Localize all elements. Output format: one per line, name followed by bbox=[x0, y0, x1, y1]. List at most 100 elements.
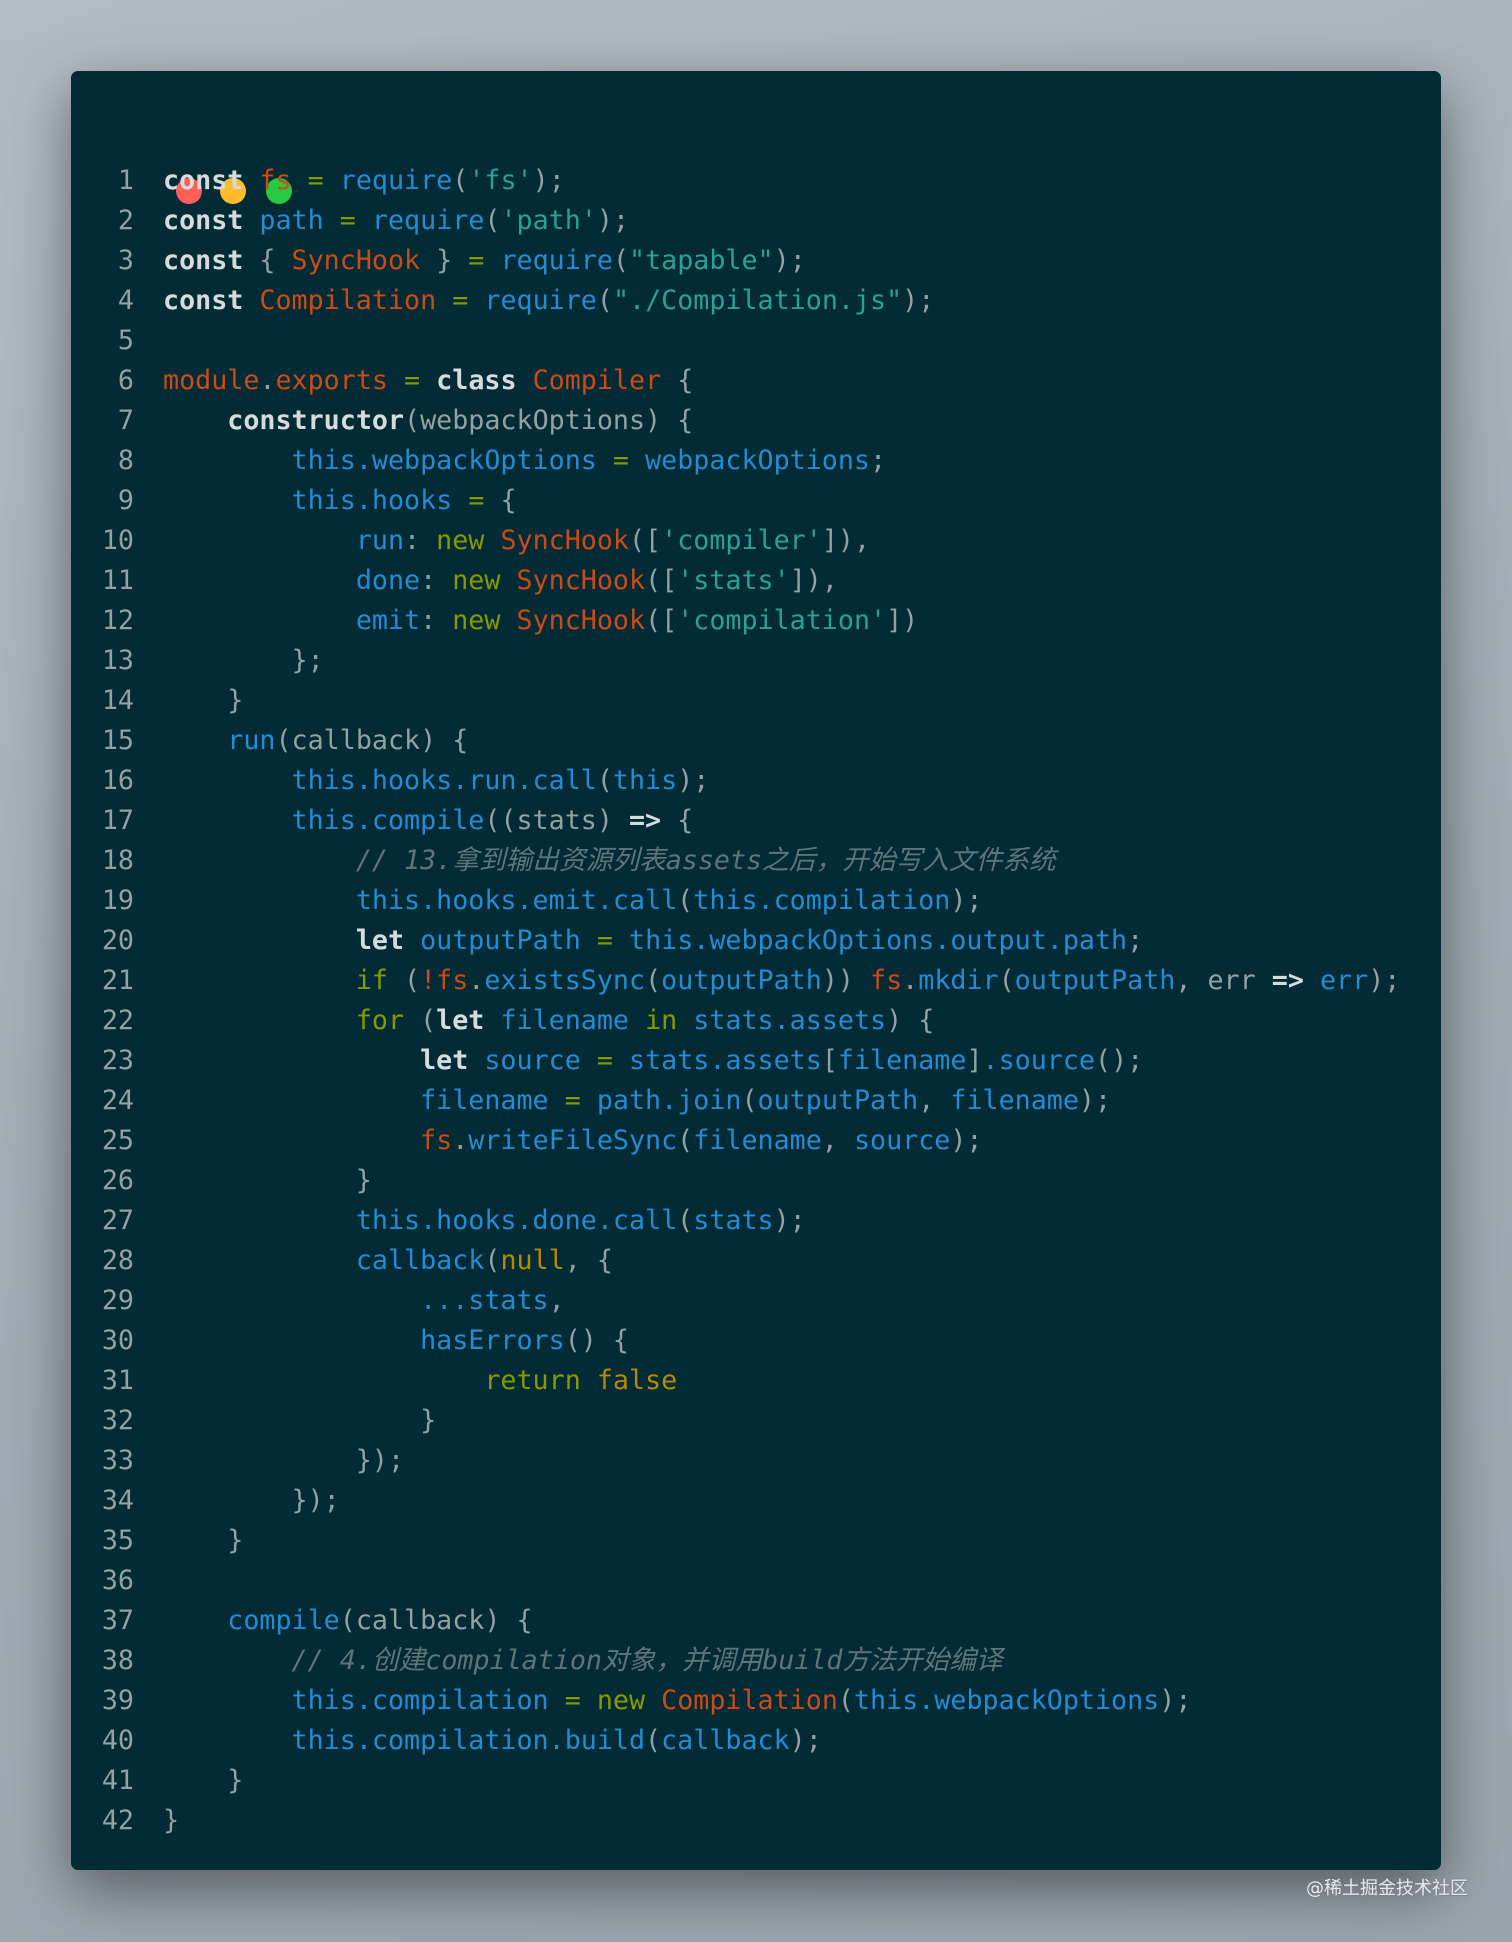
code-token: , { bbox=[564, 1245, 613, 1276]
code-token: = bbox=[307, 165, 324, 196]
code-token: . bbox=[452, 1125, 469, 1156]
code-token: fs bbox=[870, 965, 903, 996]
code-token: new bbox=[452, 605, 517, 636]
code-token: ; bbox=[1127, 925, 1144, 956]
line-source: }); bbox=[163, 1481, 340, 1521]
line-number: 27 bbox=[101, 1205, 134, 1236]
code-token: ((stats) bbox=[484, 805, 629, 836]
line-number: 5 bbox=[117, 325, 134, 356]
code-token: }); bbox=[163, 1445, 405, 1476]
code-token: let bbox=[420, 1045, 485, 1076]
code-token: null bbox=[500, 1245, 565, 1276]
code-token: . bbox=[259, 365, 276, 396]
code-token: Compilation bbox=[259, 285, 437, 316]
line-source: constructor(webpackOptions) { bbox=[163, 401, 693, 441]
code-token: . bbox=[902, 965, 919, 996]
code-token: : bbox=[420, 605, 453, 636]
code-token: } bbox=[420, 245, 469, 276]
line-number: 31 bbox=[101, 1365, 134, 1396]
line-source: fs.writeFileSync(filename, source); bbox=[163, 1121, 982, 1161]
line-source: this.hooks.done.call(stats); bbox=[163, 1201, 806, 1241]
code-token: ] bbox=[966, 1045, 983, 1076]
code-token: compile bbox=[227, 1605, 340, 1636]
code-token: ); bbox=[950, 885, 983, 916]
code-token: new bbox=[596, 1685, 662, 1716]
line-source: run: new SyncHook(['compiler']), bbox=[163, 521, 870, 561]
code-token: : bbox=[404, 525, 437, 556]
code-token: mkdir bbox=[918, 965, 999, 996]
code-token: new bbox=[452, 565, 517, 596]
code-token: for bbox=[355, 1005, 405, 1036]
code-token: => bbox=[1271, 965, 1304, 996]
code-token: in bbox=[645, 1005, 678, 1036]
code-token: ( bbox=[677, 1125, 694, 1156]
code-token: } bbox=[163, 1165, 372, 1196]
code-token: ]) bbox=[886, 605, 919, 636]
line-source: this.hooks.run.call(this); bbox=[163, 761, 710, 801]
code-token: ); bbox=[902, 285, 935, 316]
code-token: const bbox=[163, 285, 260, 316]
code-token: filename bbox=[500, 1005, 629, 1036]
code-token: ( bbox=[998, 965, 1015, 996]
code-token: filename bbox=[950, 1085, 1079, 1116]
code-token: }; bbox=[163, 645, 324, 676]
line-source: this.compilation = new Compilation(this.… bbox=[163, 1681, 1192, 1721]
code-token: }); bbox=[163, 1485, 340, 1516]
line-number: 14 bbox=[101, 685, 134, 716]
code-token: this.hooks.run.call bbox=[291, 765, 597, 796]
code-token: ); bbox=[773, 1205, 806, 1236]
line-number: 13 bbox=[101, 645, 134, 676]
code-token: = bbox=[596, 1045, 613, 1076]
line-source: for (let filename in stats.assets) { bbox=[163, 1001, 934, 1041]
code-token: exports bbox=[275, 365, 388, 396]
code-token: ( bbox=[645, 965, 662, 996]
code-token: SyncHook bbox=[500, 525, 629, 556]
code-token: require bbox=[339, 165, 453, 196]
line-source: } bbox=[163, 1801, 179, 1841]
code-token: ) { bbox=[886, 1005, 935, 1036]
code-token: this.webpackOptions bbox=[291, 445, 597, 476]
code-token: ( bbox=[837, 1685, 854, 1716]
code-token: { bbox=[661, 365, 694, 396]
code-token: = bbox=[468, 245, 485, 276]
code-token: writeFileSync bbox=[468, 1125, 678, 1156]
code-token: ( bbox=[387, 965, 421, 996]
line-number: 24 bbox=[101, 1085, 134, 1116]
code-token: { bbox=[484, 485, 517, 516]
line-source: } bbox=[163, 1161, 372, 1201]
line-number: 34 bbox=[101, 1485, 134, 1516]
line-number: 30 bbox=[101, 1325, 134, 1356]
line-number: 36 bbox=[101, 1565, 134, 1596]
line-source: if (!fs.existsSync(outputPath)) fs.mkdir… bbox=[163, 961, 1401, 1001]
code-token: (); bbox=[1095, 1045, 1144, 1076]
code-token: callback bbox=[355, 1245, 485, 1276]
line-source: }; bbox=[163, 641, 324, 681]
line-source: const fs = require('fs'); bbox=[163, 161, 565, 201]
code-token: webpackOptions bbox=[645, 445, 871, 476]
code-token: = bbox=[468, 485, 485, 516]
code-token: let bbox=[355, 925, 421, 956]
code-token: this.hooks.emit.call bbox=[355, 885, 678, 916]
line-number: 22 bbox=[101, 1005, 134, 1036]
line-number: 38 bbox=[101, 1645, 134, 1676]
code-token: ); bbox=[950, 1125, 983, 1156]
line-number: 16 bbox=[101, 765, 134, 796]
line-number: 8 bbox=[117, 445, 134, 476]
code-token: emit bbox=[355, 605, 421, 636]
code-token: stats bbox=[693, 1205, 774, 1236]
code-token: ( bbox=[612, 245, 630, 276]
code-token: } bbox=[163, 1405, 437, 1436]
